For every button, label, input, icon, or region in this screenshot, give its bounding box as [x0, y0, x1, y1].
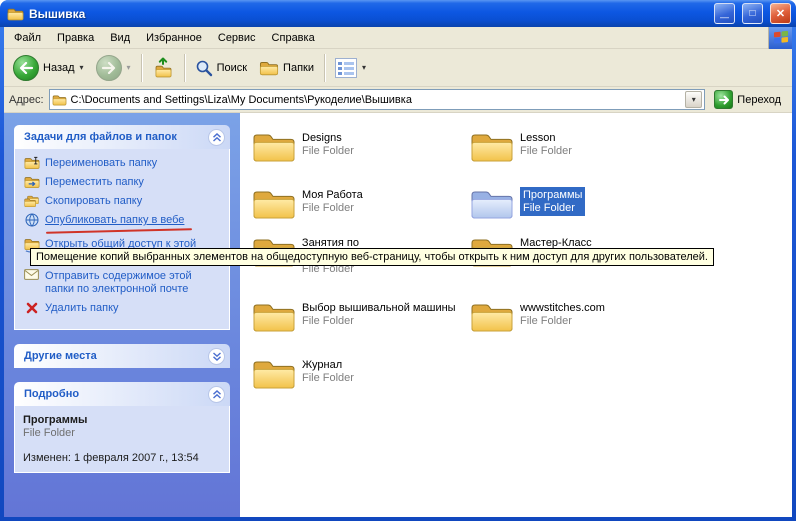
- toolbar-separator: [141, 54, 142, 82]
- red-underline-annotation: [46, 228, 192, 234]
- expand-chevron-icon[interactable]: [208, 348, 225, 365]
- address-input[interactable]: C:\Documents and Settings\Liza\My Docume…: [49, 89, 706, 110]
- section-other-places: Другие места: [14, 344, 230, 368]
- task-move-folder[interactable]: Переместить папку: [23, 176, 223, 189]
- views-dropdown-icon[interactable]: ▾: [362, 63, 366, 72]
- section-file-folder-tasks: Задачи для файлов и папок Переименовать …: [14, 125, 230, 330]
- toolbar-separator: [184, 54, 185, 82]
- back-label: Назад: [43, 62, 75, 74]
- close-button[interactable]: ✕: [770, 3, 791, 24]
- menu-file[interactable]: Файл: [6, 29, 49, 47]
- file-wwwstitches-com[interactable]: wwwstitches.comFile Folder: [470, 300, 682, 334]
- folders-icon: [259, 60, 279, 76]
- other-places-header[interactable]: Другие места: [14, 344, 230, 368]
- task-email-folder[interactable]: Отправить содержимое этой папки по элект…: [23, 270, 223, 296]
- folder-icon: [470, 300, 514, 334]
- back-dropdown-icon[interactable]: ▾: [80, 63, 84, 72]
- move-folder-icon: [23, 175, 40, 189]
- folder-icon: [252, 300, 296, 334]
- details-body: Программы File Folder Изменен: 1 февраля…: [14, 406, 230, 473]
- address-path: C:\Documents and Settings\Liza\My Docume…: [71, 94, 682, 106]
- menu-bar: Файл Правка Вид Избранное Сервис Справка: [4, 27, 792, 49]
- menu-favorites[interactable]: Избранное: [138, 29, 210, 47]
- toolbar: Назад ▾ ▾: [4, 49, 792, 87]
- task-copy-folder[interactable]: Скопировать папку: [23, 195, 223, 208]
- views-button[interactable]: ▾: [330, 55, 371, 81]
- maximize-button[interactable]: □: [742, 3, 763, 24]
- task-pane: Задачи для файлов и папок Переименовать …: [4, 113, 240, 517]
- tasks-section-body: Переименовать папку Переместить папку: [14, 149, 230, 330]
- folder-icon: [470, 130, 514, 164]
- section-details: Подробно Программы File Folder Изменен: …: [14, 382, 230, 473]
- copy-folder-icon: [23, 194, 40, 208]
- globe-icon: [23, 213, 40, 227]
- file-zhurnal[interactable]: ЖурналFile Folder: [252, 357, 464, 391]
- forward-button[interactable]: ▾: [91, 52, 136, 84]
- other-places-title: Другие места: [24, 350, 97, 362]
- collapse-chevron-icon[interactable]: [208, 386, 225, 403]
- explorer-window: Вышивка — □ ✕ Файл Правка Вид Избранное …: [0, 0, 796, 521]
- windows-logo-icon: [768, 27, 792, 49]
- window-client-area: Файл Правка Вид Избранное Сервис Справка: [4, 27, 792, 517]
- title-bar[interactable]: Вышивка — □ ✕: [0, 0, 796, 27]
- forward-dropdown-icon: ▾: [127, 63, 131, 72]
- file-moya-rabota[interactable]: Моя РаботаFile Folder: [252, 187, 464, 221]
- file-lesson[interactable]: LessonFile Folder: [470, 130, 682, 164]
- task-delete-folder[interactable]: Удалить папку: [23, 302, 223, 315]
- menu-view[interactable]: Вид: [102, 29, 138, 47]
- search-icon: [195, 59, 213, 77]
- folder-icon: [252, 187, 296, 221]
- back-button[interactable]: Назад ▾: [8, 52, 89, 84]
- back-icon: [13, 55, 39, 81]
- toolbar-separator: [324, 54, 325, 82]
- rename-folder-icon: [23, 156, 40, 170]
- file-vybor-vyshivalnoy-mashiny[interactable]: Выбор вышивальной машиныFile Folder: [252, 300, 464, 334]
- tasks-section-header[interactable]: Задачи для файлов и папок: [14, 125, 230, 149]
- folder-icon: [252, 130, 296, 164]
- file-list-area[interactable]: DesignsFile Folder LessonFile Folder Моя…: [240, 113, 792, 517]
- details-item-modified: Изменен: 1 февраля 2007 г., 13:54: [23, 452, 223, 464]
- address-folder-icon: [52, 94, 67, 106]
- search-label: Поиск: [217, 62, 247, 74]
- go-button[interactable]: Переход: [710, 90, 787, 109]
- details-item-type: File Folder: [23, 427, 223, 439]
- minimize-button[interactable]: —: [714, 3, 735, 24]
- menu-help[interactable]: Справка: [264, 29, 323, 47]
- folders-button[interactable]: Папки: [254, 57, 319, 79]
- address-bar: Адрес: C:\Documents and Settings\Liza\My…: [4, 87, 792, 113]
- file-designs[interactable]: DesignsFile Folder: [252, 130, 464, 164]
- folder-icon-selected: [470, 187, 514, 221]
- go-arrow-icon: [714, 90, 733, 109]
- go-label: Переход: [737, 94, 781, 106]
- menu-tools[interactable]: Сервис: [210, 29, 264, 47]
- task-publish-folder-web[interactable]: Опубликовать папку в вебе: [23, 214, 223, 227]
- task-rename-folder[interactable]: Переименовать папку: [23, 157, 223, 170]
- window-folder-icon: [7, 7, 24, 21]
- collapse-chevron-icon[interactable]: [208, 129, 225, 146]
- main-area: Задачи для файлов и папок Переименовать …: [4, 113, 792, 517]
- menu-edit[interactable]: Правка: [49, 29, 102, 47]
- details-title: Подробно: [24, 388, 79, 400]
- tooltip: Помещение копий выбранных элементов на о…: [30, 248, 714, 266]
- search-button[interactable]: Поиск: [190, 56, 252, 80]
- tasks-section-title: Задачи для файлов и папок: [24, 131, 177, 143]
- up-button[interactable]: [147, 54, 179, 81]
- views-icon: [335, 58, 357, 78]
- file-programmy-selected[interactable]: ПрограммыFile Folder: [470, 187, 682, 221]
- email-icon: [23, 269, 40, 280]
- details-item-name: Программы: [23, 414, 223, 426]
- folders-label: Папки: [283, 62, 314, 74]
- forward-icon: [96, 55, 122, 81]
- folder-up-icon: [152, 57, 174, 78]
- address-dropdown-button[interactable]: ▾: [685, 91, 702, 108]
- delete-x-icon: [23, 301, 40, 315]
- address-label: Адрес:: [9, 94, 44, 106]
- details-header[interactable]: Подробно: [14, 382, 230, 406]
- folder-icon: [252, 357, 296, 391]
- window-title: Вышивка: [29, 7, 707, 21]
